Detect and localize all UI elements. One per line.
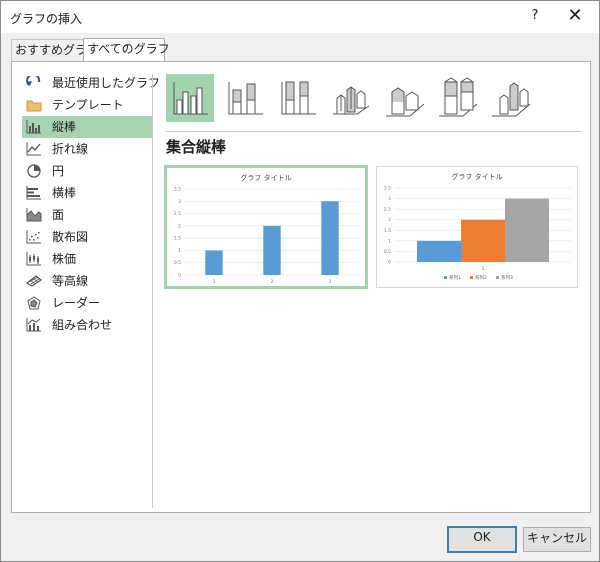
x-tick-label: 3 (329, 279, 332, 285)
category-recent[interactable]: 最近使用したグラフ (22, 72, 160, 94)
surface-chart-icon (26, 275, 42, 287)
help-button[interactable]: ? (525, 8, 545, 26)
legend-label: 系列1 (449, 274, 461, 281)
subtype-3d-column[interactable] (486, 74, 534, 122)
chart-preview-series-by-row[interactable]: グラフ タイトル 0 0.5 1 1.5 2 2.5 3 3.5 1 2 3 (164, 165, 368, 289)
chart-category-list: 最近使用したグラフ テンプレート 縦棒 折れ線 円 横棒 面 散布図 株価 等高… (12, 62, 160, 512)
category-scatter[interactable]: 散布図 (22, 226, 152, 248)
y-tick-label: 2.5 (384, 207, 391, 213)
chart-preview-series-by-column[interactable]: グラフ タイトル 0 0.5 1 1.5 2 2.5 3 3.5 1 系列1 系列2 系列3 (376, 166, 578, 288)
all-charts-panel: 最近使用したグラフ テンプレート 縦棒 折れ線 円 横棒 面 散布図 株価 等高… (11, 61, 591, 513)
column-chart-icon (26, 120, 41, 134)
subtype-3d-100-stacked-column[interactable] (433, 74, 481, 122)
subtype-stacked-column[interactable] (221, 74, 269, 122)
cancel-button[interactable]: キャンセル (523, 527, 591, 552)
category-radar[interactable]: レーダー (22, 292, 152, 314)
category-stock[interactable]: 株価 (22, 248, 152, 270)
bar-chart-icon (26, 186, 41, 200)
ok-button[interactable]: OK (447, 526, 517, 553)
radar-chart-icon (27, 296, 41, 310)
column-3d-stacked-icon (386, 87, 425, 117)
category-area[interactable]: 面 (22, 204, 152, 226)
bar (263, 225, 281, 275)
y-tick-label: 3 (388, 196, 391, 202)
recent-icon (26, 76, 41, 86)
category-line[interactable]: 折れ線 (22, 138, 152, 160)
stacked-100-column-icon (281, 81, 316, 115)
x-tick-label: 1 (482, 266, 485, 272)
subtype-3d-stacked-column[interactable] (380, 74, 428, 122)
legend-swatch (444, 276, 447, 279)
area-chart-icon (26, 208, 42, 222)
y-tick-label: 0.5 (384, 249, 391, 255)
pie-chart-icon (27, 164, 41, 178)
y-tick-label: 0.5 (174, 260, 181, 266)
bar (205, 250, 223, 275)
tab-all-charts[interactable]: すべてのグラフ (83, 38, 170, 62)
y-tick-label: 3.5 (174, 187, 181, 193)
column-3d-icon (492, 82, 531, 117)
y-tick-label: 1 (388, 238, 391, 244)
category-templates[interactable]: テンプレート (22, 94, 152, 116)
clustered-column-icon (173, 82, 208, 115)
section-divider (166, 131, 581, 132)
category-pie[interactable]: 円 (22, 160, 152, 182)
preview-chart-1: グラフ タイトル 0 0.5 1 1.5 2 2.5 3 3.5 1 2 3 (174, 173, 359, 285)
y-tick-label: 1 (178, 248, 181, 254)
combo-chart-icon (26, 318, 41, 332)
category-column[interactable]: 縦棒 (22, 116, 152, 138)
legend-label: 系列3 (501, 274, 513, 281)
column-3d-clustered-icon (333, 86, 370, 115)
bar (321, 201, 339, 275)
x-tick-label: 1 (213, 279, 216, 285)
folder-icon (26, 100, 42, 112)
legend-label: 系列2 (475, 274, 487, 281)
scatter-chart-icon (26, 230, 41, 244)
legend-swatch (470, 276, 473, 279)
column-3d-100-stacked-icon (439, 77, 478, 117)
title-bar: グラフの挿入 ? ✕ (1, 1, 599, 33)
y-tick-label: 0 (388, 260, 391, 266)
dialog-title: グラフの挿入 (10, 12, 83, 26)
y-tick-label: 2 (388, 217, 391, 223)
bar (505, 198, 549, 262)
chart-type-heading: 集合縦棒 (166, 138, 227, 156)
line-chart-icon (26, 142, 41, 156)
x-tick-label: 2 (271, 279, 274, 285)
tab-recommended-charts[interactable]: おすすめグラフ (11, 39, 99, 61)
subtype-clustered-column[interactable] (166, 74, 214, 122)
y-tick-label: 1.5 (384, 228, 391, 234)
category-combo[interactable]: 組み合わせ (22, 314, 152, 336)
category-surface[interactable]: 等高線 (22, 270, 152, 292)
stock-chart-icon (26, 252, 41, 266)
insert-chart-dialog: グラフの挿入 ? ✕ おすすめグラフ すべてのグラフ 最近使用したグラフ テンプ… (0, 0, 600, 562)
chart-title: グラフ タイトル (451, 172, 502, 181)
y-tick-label: 1.5 (174, 236, 181, 242)
preview-chart-2: グラフ タイトル 0 0.5 1 1.5 2 2.5 3 3.5 1 系列1 系列2 系列3 (384, 172, 571, 281)
y-tick-label: 0 (178, 273, 181, 279)
y-tick-label: 2 (178, 223, 181, 229)
bar (417, 240, 461, 262)
y-tick-label: 3.5 (384, 186, 391, 192)
subtype-3d-clustered-column[interactable] (327, 74, 375, 122)
y-tick-label: 3 (178, 199, 181, 205)
bar (461, 219, 505, 262)
close-button[interactable]: ✕ (565, 5, 585, 27)
chart-title: グラフ タイトル (240, 173, 291, 182)
stacked-column-icon (228, 82, 263, 115)
sidebar-separator (152, 74, 153, 508)
y-tick-label: 2.5 (174, 211, 181, 217)
category-bar[interactable]: 横棒 (22, 182, 152, 204)
subtype-100-stacked-column[interactable] (274, 74, 322, 122)
legend-swatch (496, 276, 499, 279)
